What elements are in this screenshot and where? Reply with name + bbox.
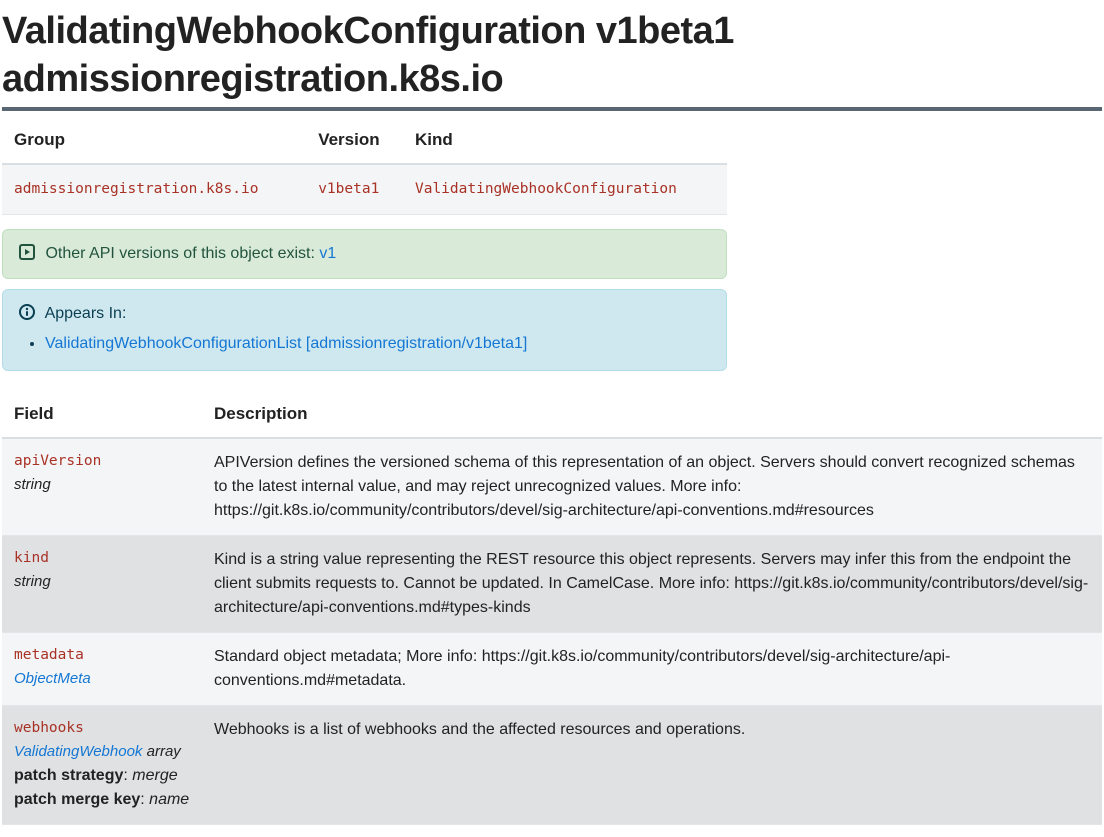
field-cell: webhooks ValidatingWebhook array patch str… bbox=[2, 705, 202, 824]
field-header-description: Description bbox=[202, 391, 1102, 438]
field-name: webhooks bbox=[14, 718, 190, 740]
gvk-kind: ValidatingWebhookConfiguration bbox=[403, 164, 727, 215]
page-title: ValidatingWebhookConfiguration v1beta1 a… bbox=[2, 8, 1102, 111]
field-name: kind bbox=[14, 548, 190, 570]
alert-versions-prefix: Other API versions of this object exist: bbox=[45, 245, 319, 262]
alert-versions-link[interactable]: v1 bbox=[319, 245, 336, 262]
field-type-link[interactable]: ObjectMeta bbox=[14, 670, 91, 687]
field-type: string bbox=[14, 573, 51, 590]
appears-in-link[interactable]: ValidatingWebhookConfigurationList [admi… bbox=[45, 335, 527, 352]
alert-appears-in: Appears In: ValidatingWebhookConfigurati… bbox=[2, 289, 727, 371]
table-row: kind string Kind is a string value represe… bbox=[2, 535, 1102, 632]
alert-other-versions: Other API versions of this object exist:… bbox=[2, 229, 727, 279]
list-item: ValidatingWebhookConfigurationList [admi… bbox=[45, 332, 710, 356]
patch-merge-key: patch merge key: name bbox=[14, 791, 189, 808]
field-cell: apiVersion string bbox=[2, 438, 202, 536]
play-square-icon bbox=[19, 244, 35, 260]
field-description: APIVersion defines the versioned schema … bbox=[202, 438, 1102, 536]
field-description: Webhooks is a list of webhooks and the a… bbox=[202, 705, 1102, 824]
field-table: Field Description apiVersion string APIVer… bbox=[2, 391, 1102, 824]
field-description: Standard object metadata; More info: htt… bbox=[202, 632, 1102, 705]
info-icon bbox=[19, 304, 35, 320]
patch-strategy: patch strategy: merge bbox=[14, 767, 178, 784]
field-header-field: Field bbox=[2, 391, 202, 438]
field-type: string bbox=[14, 476, 51, 493]
table-row: apiVersion string APIVersion defines the v… bbox=[2, 438, 1102, 536]
gvk-header-kind: Kind bbox=[403, 117, 727, 164]
field-name: metadata bbox=[14, 645, 190, 667]
gvk-table: Group Version Kind admissionregistration… bbox=[2, 117, 727, 215]
gvk-header-version: Version bbox=[306, 117, 403, 164]
gvk-header-group: Group bbox=[2, 117, 306, 164]
field-description: Kind is a string value representing the … bbox=[202, 535, 1102, 632]
table-row: webhooks ValidatingWebhook array patch str… bbox=[2, 705, 1102, 824]
gvk-group: admissionregistration.k8s.io bbox=[2, 164, 306, 215]
field-cell: metadata ObjectMeta bbox=[2, 632, 202, 705]
field-type: ObjectMeta bbox=[14, 670, 91, 687]
field-type-link[interactable]: ValidatingWebhook bbox=[14, 743, 142, 760]
appears-in-list: ValidatingWebhookConfigurationList [admi… bbox=[45, 332, 710, 356]
gvk-version: v1beta1 bbox=[306, 164, 403, 215]
table-row: metadata ObjectMeta Standard object metada… bbox=[2, 632, 1102, 705]
field-type: ValidatingWebhook array bbox=[14, 743, 181, 760]
field-type-suffix: array bbox=[142, 743, 180, 760]
field-cell: kind string bbox=[2, 535, 202, 632]
gvk-row: admissionregistration.k8s.io v1beta1 Val… bbox=[2, 164, 727, 215]
field-name: apiVersion bbox=[14, 451, 190, 473]
appears-in-label: Appears In: bbox=[45, 305, 127, 322]
